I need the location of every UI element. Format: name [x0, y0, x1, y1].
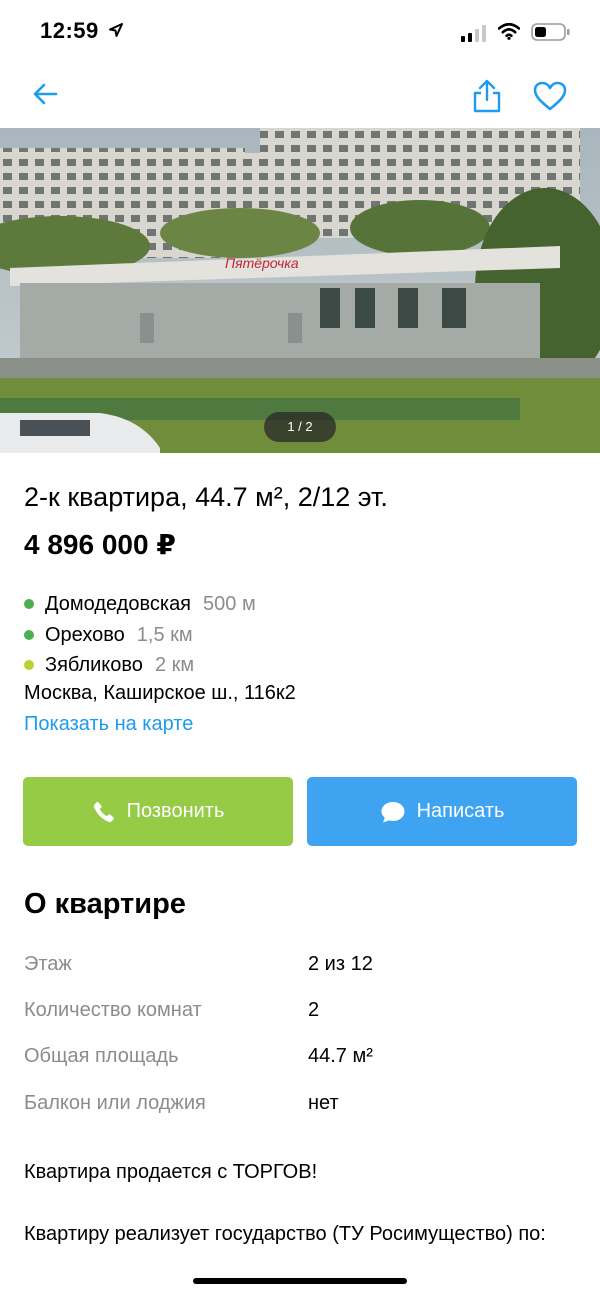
listing-photo-image: Пятёрочка	[0, 128, 600, 453]
metro-item: Домодедовская 500 м	[24, 590, 584, 618]
metro-item: Зябликово 2 км	[24, 651, 584, 679]
metro-distance: 2 км	[154, 653, 195, 676]
phone-icon	[93, 801, 114, 822]
photo-counter: 1 / 2	[264, 412, 336, 442]
svg-text:Пятёрочка: Пятёрочка	[225, 255, 299, 271]
metro-name: Зябликово	[45, 653, 143, 676]
share-icon[interactable]	[469, 78, 505, 114]
back-arrow-icon[interactable]	[30, 78, 62, 110]
param-value: 2	[308, 999, 320, 1021]
message-button-label: Написать	[416, 800, 505, 822]
listing-photo[interactable]: Пятёрочка 1 / 2	[0, 128, 600, 453]
call-button-label: Позвонить	[126, 800, 225, 822]
status-bar: 12:59	[0, 0, 600, 66]
param-value: 44.7 м²	[308, 1045, 373, 1067]
home-indicator[interactable]	[193, 1278, 407, 1284]
listing-title: 2-к квартира, 44.7 м², 2/12 эт.	[24, 482, 388, 512]
param-label: Общая площадь	[24, 1045, 179, 1067]
metro-line-dot	[24, 660, 34, 670]
metro-distance: 500 м	[203, 592, 256, 615]
show-on-map-link[interactable]: Показать на карте	[24, 713, 193, 736]
message-button[interactable]: Написать	[307, 777, 577, 846]
param-row: Балкон или лоджия нет	[24, 1092, 584, 1122]
metro-name: Орехово	[45, 623, 125, 646]
chat-bubble-icon	[381, 801, 405, 822]
param-label: Этаж	[24, 953, 72, 975]
param-row: Количество комнат 2	[24, 999, 584, 1029]
metro-distance: 1,5 км	[136, 623, 193, 646]
metro-line-dot	[24, 630, 34, 640]
wifi-icon	[498, 22, 520, 40]
status-time: 12:59	[40, 18, 99, 43]
metro-item: Орехово 1,5 км	[24, 621, 584, 649]
metro-line-dot	[24, 599, 34, 609]
nav-bar	[0, 66, 600, 128]
metro-name: Домодедовская	[45, 592, 192, 615]
signal-icon	[461, 24, 486, 42]
description-paragraph: Квартира продается с ТОРГОВ!	[24, 1161, 318, 1183]
param-row: Общая площадь 44.7 м²	[24, 1045, 584, 1075]
description-paragraph: Квартиру реализует государство (ТУ Росим…	[24, 1223, 546, 1245]
address: Москва, Каширское ш., 116к2	[24, 682, 296, 704]
param-label: Балкон или лоджия	[24, 1092, 206, 1114]
param-row: Этаж 2 из 12	[24, 953, 584, 983]
call-button[interactable]: Позвонить	[23, 777, 293, 846]
about-section-title: О квартире	[24, 888, 186, 920]
location-arrow-icon	[109, 23, 123, 37]
param-value: 2 из 12	[308, 953, 373, 975]
battery-icon	[531, 23, 570, 41]
heart-icon[interactable]	[532, 80, 568, 112]
param-label: Количество комнат	[24, 999, 202, 1021]
listing-price: 4 896 000 ₽	[24, 529, 176, 560]
param-value: нет	[308, 1092, 339, 1114]
